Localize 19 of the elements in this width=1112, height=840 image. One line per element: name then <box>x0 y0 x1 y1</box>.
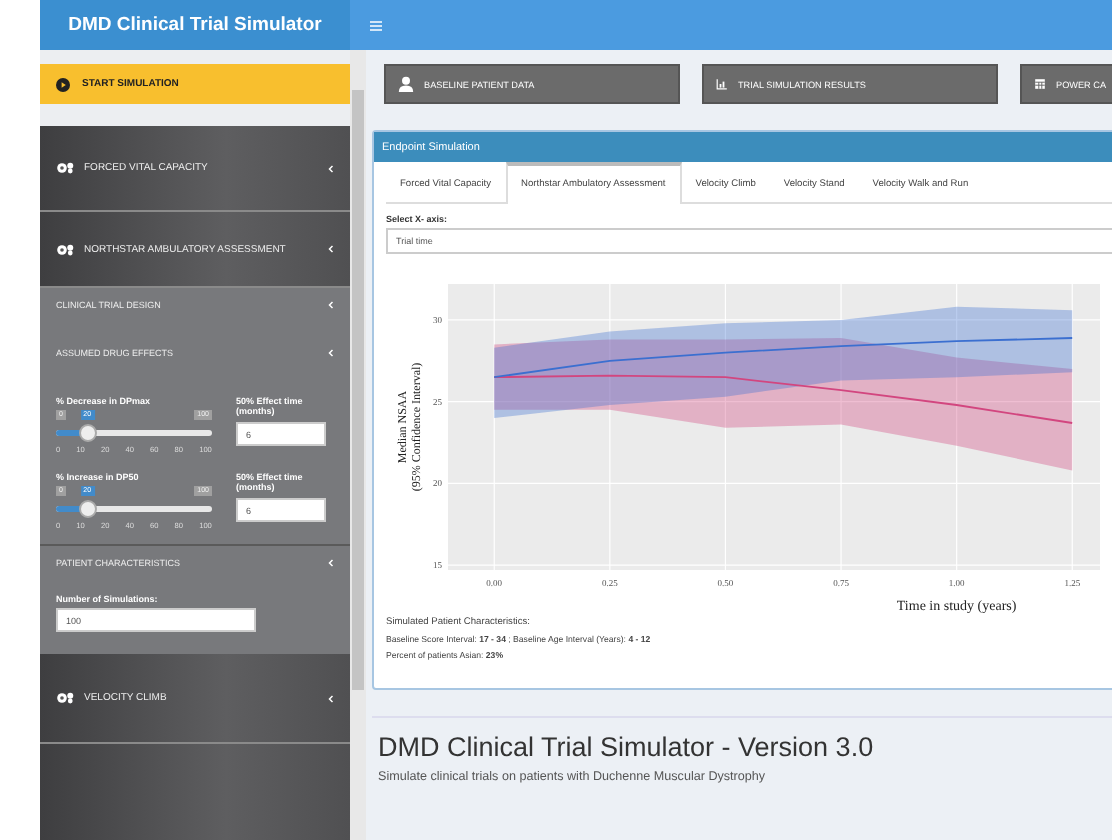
scrollbar[interactable] <box>350 50 366 840</box>
chevron-icon <box>328 348 334 358</box>
slider-handle[interactable] <box>78 424 97 442</box>
table-icon <box>1034 78 1046 90</box>
chevron-icon <box>328 244 334 254</box>
chevron-icon <box>328 300 334 310</box>
gears-icon <box>56 692 74 704</box>
play-icon <box>56 77 70 91</box>
user-icon <box>398 76 414 92</box>
chevron-icon <box>328 693 334 703</box>
chevron-icon <box>328 163 334 173</box>
menu-icon[interactable] <box>370 19 382 31</box>
slider-handle[interactable] <box>78 500 97 518</box>
gears-icon <box>56 162 74 174</box>
footer-title: DMD Clinical Trial Simulator - Version 3.0 <box>378 732 876 762</box>
bar-chart-icon <box>716 78 728 90</box>
gears-icon <box>56 243 74 255</box>
app-title: DMD Clinical Trial Simulator <box>40 0 350 50</box>
chevron-icon <box>328 558 334 568</box>
